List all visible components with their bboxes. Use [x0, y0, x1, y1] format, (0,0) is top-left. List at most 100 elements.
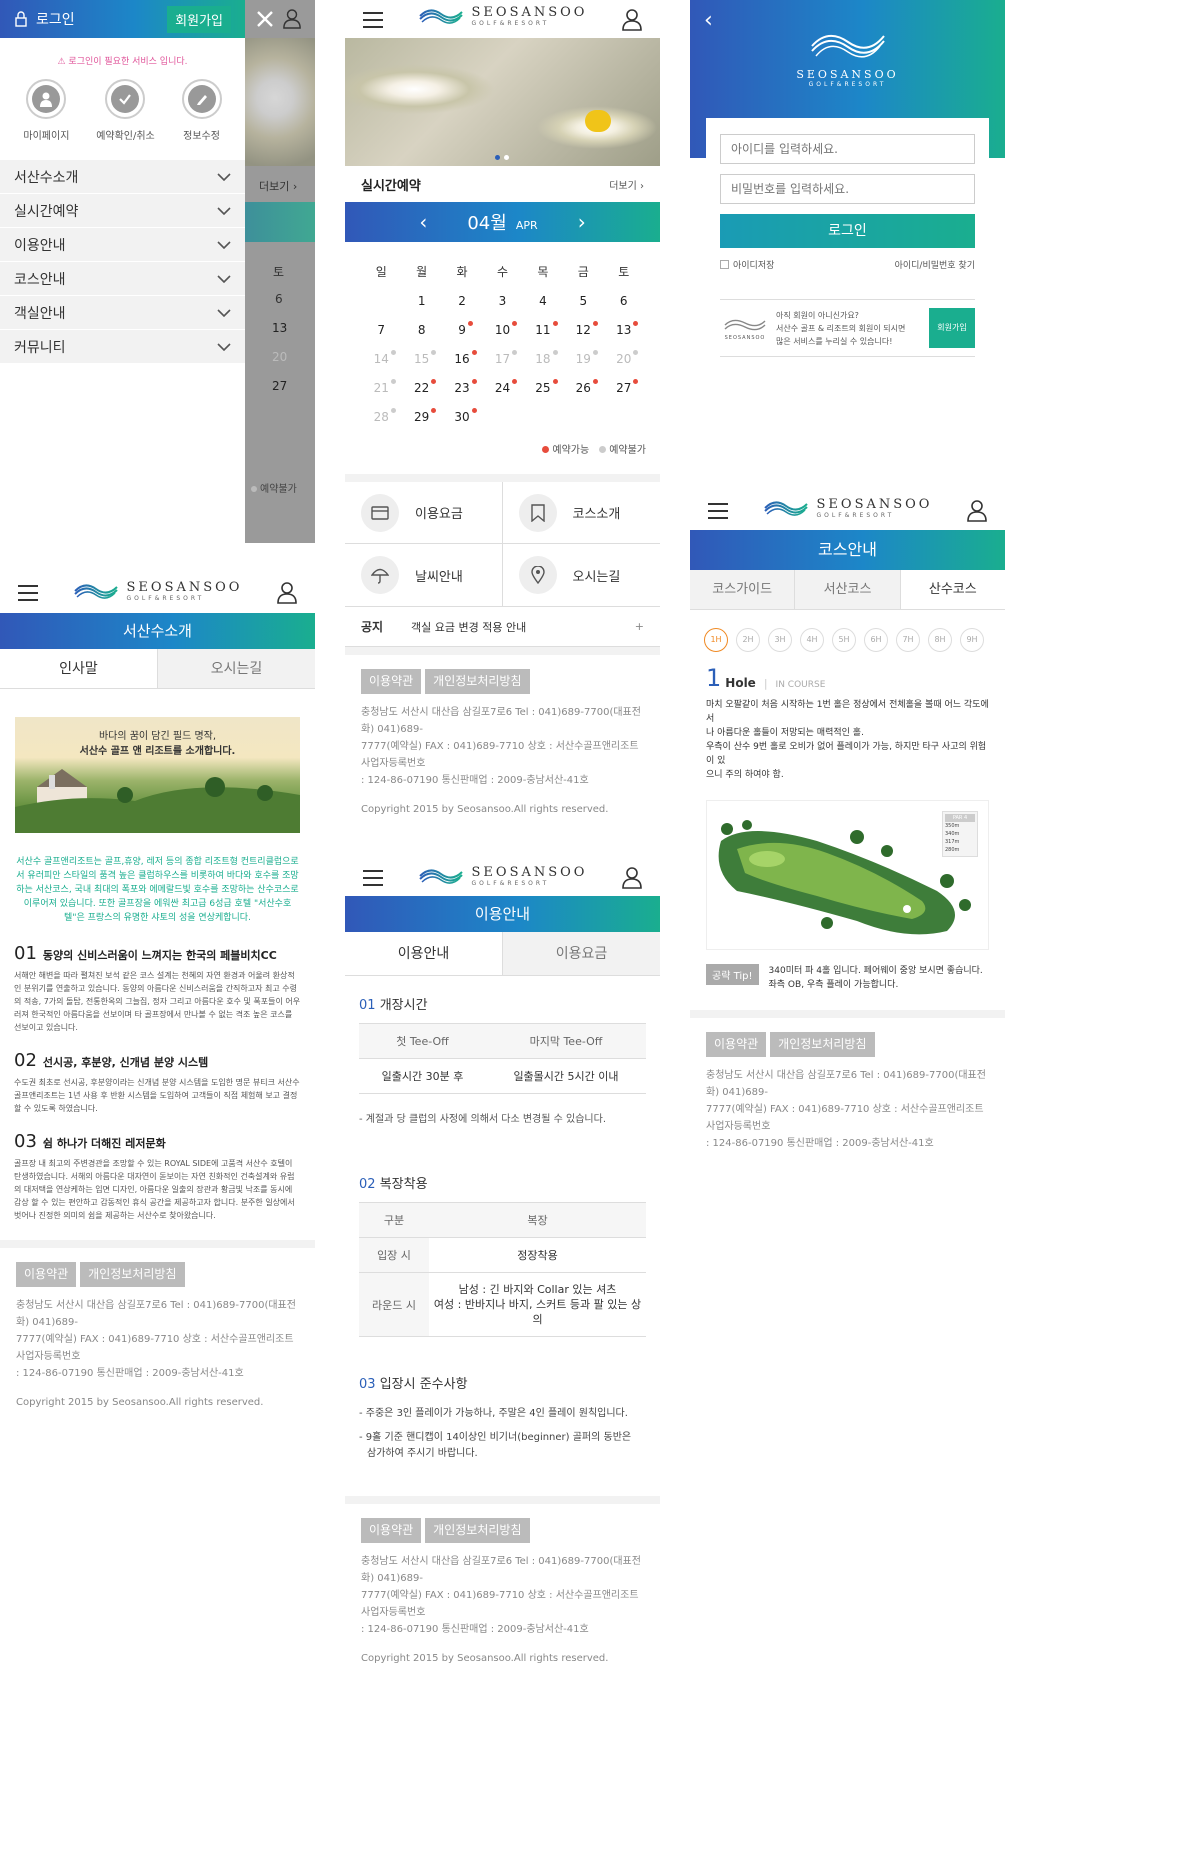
quick-link-directions[interactable]: 오시는길: [503, 544, 661, 606]
plus-icon[interactable]: +: [635, 620, 644, 633]
privacy-button[interactable]: 개인정보처리방침: [80, 1262, 185, 1287]
slide-dots[interactable]: [495, 155, 509, 160]
terms-button[interactable]: 이용약관: [361, 669, 422, 694]
terms-button[interactable]: 이용약관: [706, 1032, 767, 1057]
brand-logo[interactable]: SEOSANSOO GOLF&RESORT: [418, 4, 588, 28]
brand-logo[interactable]: SEOSANSOO GOLF&RESORT: [73, 579, 243, 603]
menu-overlay[interactable]: 더보기 › 토 6 13 20 27 예약불가: [245, 0, 315, 543]
hole-button[interactable]: 6H: [864, 628, 888, 652]
calendar-day[interactable]: 26: [563, 378, 603, 395]
hamburger-menu-icon[interactable]: [363, 12, 383, 28]
weekday-label: 월: [416, 264, 428, 279]
hamburger-menu-icon[interactable]: [708, 503, 728, 519]
promo-join-button[interactable]: 회원가입: [929, 308, 975, 348]
hole-button[interactable]: 8H: [928, 628, 952, 652]
hamburger-menu-icon[interactable]: [363, 870, 383, 886]
availability-dot: [552, 349, 558, 355]
hole-button[interactable]: 9H: [960, 628, 984, 652]
calendar-day[interactable]: 9: [442, 320, 482, 337]
tab-course-guide[interactable]: 코스가이드: [690, 570, 795, 609]
quick-mypage[interactable]: 마이페이지: [23, 79, 69, 142]
next-month-icon[interactable]: ›: [578, 210, 586, 234]
section-body: 서해안 해변을 따라 펼쳐진 보석 같은 코스 설계는 천혜의 자연 환경과 어…: [14, 971, 301, 1032]
calendar-day[interactable]: 30: [442, 407, 482, 424]
notice-label: 공지: [361, 620, 384, 634]
side-menu-item[interactable]: 이용안내: [0, 228, 245, 262]
tab-greeting[interactable]: 인사말: [0, 649, 157, 688]
save-id-checkbox[interactable]: 아이디저장: [720, 258, 774, 271]
hole-button[interactable]: 2H: [736, 628, 760, 652]
privacy-button[interactable]: 개인정보처리방침: [425, 1518, 530, 1543]
availability-dot: [552, 320, 558, 326]
quick-edit-info[interactable]: 정보수정: [181, 79, 222, 142]
calendar-day[interactable]: 12: [563, 320, 603, 337]
calendar-day[interactable]: 16: [442, 349, 482, 366]
hole-button[interactable]: 1H: [704, 628, 728, 652]
terms-button[interactable]: 이용약관: [361, 1518, 422, 1543]
user-icon[interactable]: [622, 867, 642, 889]
brand-logo[interactable]: SEOSANSOO GOLF&RESORT: [418, 864, 588, 888]
quick-reservation-check[interactable]: 예약확인/취소: [96, 79, 155, 142]
side-menu-item[interactable]: 커뮤니티: [0, 330, 245, 364]
calendar-day[interactable]: 27: [604, 378, 644, 395]
prev-month-icon[interactable]: ‹: [419, 210, 427, 234]
tab-usage-guide[interactable]: 이용안내: [345, 932, 502, 975]
menu-header: 로그인 회원가입: [0, 0, 245, 38]
hero-flower-image: [345, 38, 660, 166]
tab-seosan-course[interactable]: 서산코스: [794, 570, 900, 609]
hole-button[interactable]: 5H: [832, 628, 856, 652]
user-icon[interactable]: [967, 500, 987, 522]
hole-button[interactable]: 4H: [800, 628, 824, 652]
login-button[interactable]: 로그인: [720, 214, 975, 248]
side-menu-item[interactable]: 서산수소개: [0, 160, 245, 194]
behind-user-icon[interactable]: [283, 9, 301, 29]
home-screen: SEOSANSOO GOLF&RESORT 실시간예약 더보기 › ‹ 04월 A…: [345, 0, 660, 830]
intro-tabs: 인사말 오시는길: [0, 649, 315, 689]
user-icon[interactable]: [277, 582, 297, 604]
hole-description: 마치 오팔같이 처음 시작하는 1번 홀은 정상에서 전체홀을 볼때 어느 각도…: [706, 700, 989, 780]
tab-sansu-course[interactable]: 산수코스: [899, 570, 1005, 609]
quick-link-weather[interactable]: 날씨안내: [345, 544, 503, 606]
brand-logo[interactable]: SEOSANSOO GOLF&RESORT: [763, 496, 933, 520]
side-menu-item[interactable]: 객실안내: [0, 296, 245, 330]
quick-link-fee[interactable]: 이용요금: [345, 482, 503, 544]
hole-button[interactable]: 7H: [896, 628, 920, 652]
privacy-button[interactable]: 개인정보처리방침: [770, 1032, 875, 1057]
footer: 이용약관 개인정보처리방침 충청남도 서산시 대산읍 삼길포7로6 Tel : 0…: [0, 1248, 315, 1425]
hamburger-menu-icon[interactable]: [18, 585, 38, 601]
calendar-day: 4: [539, 293, 547, 308]
login-required-notice: ⚠ 로그인이 필요한 서비스 입니다.: [57, 57, 188, 67]
tab-directions[interactable]: 오시는길: [157, 649, 315, 688]
availability-dot: [633, 378, 639, 384]
calendar-day[interactable]: 23: [442, 378, 482, 395]
terms-button[interactable]: 이용약관: [16, 1262, 77, 1287]
umbrella-icon: [361, 556, 399, 594]
behind-legend: 예약불가: [251, 480, 297, 495]
id-input[interactable]: [720, 134, 975, 164]
user-icon[interactable]: [622, 9, 642, 31]
privacy-button[interactable]: 개인정보처리방침: [425, 669, 530, 694]
close-icon[interactable]: [255, 9, 275, 29]
side-menu-item[interactable]: 실시간예약: [0, 194, 245, 228]
calendar-day[interactable]: 29: [401, 407, 441, 424]
quick-link-course[interactable]: 코스소개: [502, 482, 660, 544]
tab-usage-fee[interactable]: 이용요금: [502, 932, 660, 975]
calendar-day[interactable]: 22: [401, 378, 441, 395]
calendar-day[interactable]: 11: [523, 320, 563, 337]
section-title: 쉼 하나가 더해진 레저문화: [42, 1137, 166, 1150]
side-menu-item[interactable]: 코스안내: [0, 262, 245, 296]
login-link[interactable]: 로그인: [14, 9, 75, 29]
calendar-day[interactable]: 24: [482, 378, 522, 395]
hole-map: PAR 4 350m 340m 317m 280m: [706, 800, 989, 950]
intro-section: 03 쉼 하나가 더해진 레저문화 골프장 내 최고의 주변경관을 조망할 수 있는…: [14, 1133, 301, 1222]
guide-screen: SEOSANSOO GOLF&RESORT 이용안내 이용안내 이용요금 01 개…: [345, 860, 660, 1870]
calendar-day[interactable]: 10: [482, 320, 522, 337]
find-account-link[interactable]: 아이디/비밀번호 찾기: [895, 258, 975, 271]
join-button[interactable]: 회원가입: [167, 5, 231, 33]
hole-button[interactable]: 3H: [768, 628, 792, 652]
calendar-day[interactable]: 13: [604, 320, 644, 337]
more-link[interactable]: 더보기 ›: [609, 177, 644, 192]
password-input[interactable]: [720, 174, 975, 204]
notice-bar[interactable]: 공지 객실 요금 변경 적용 안내 +: [345, 607, 660, 647]
calendar-day[interactable]: 25: [523, 378, 563, 395]
